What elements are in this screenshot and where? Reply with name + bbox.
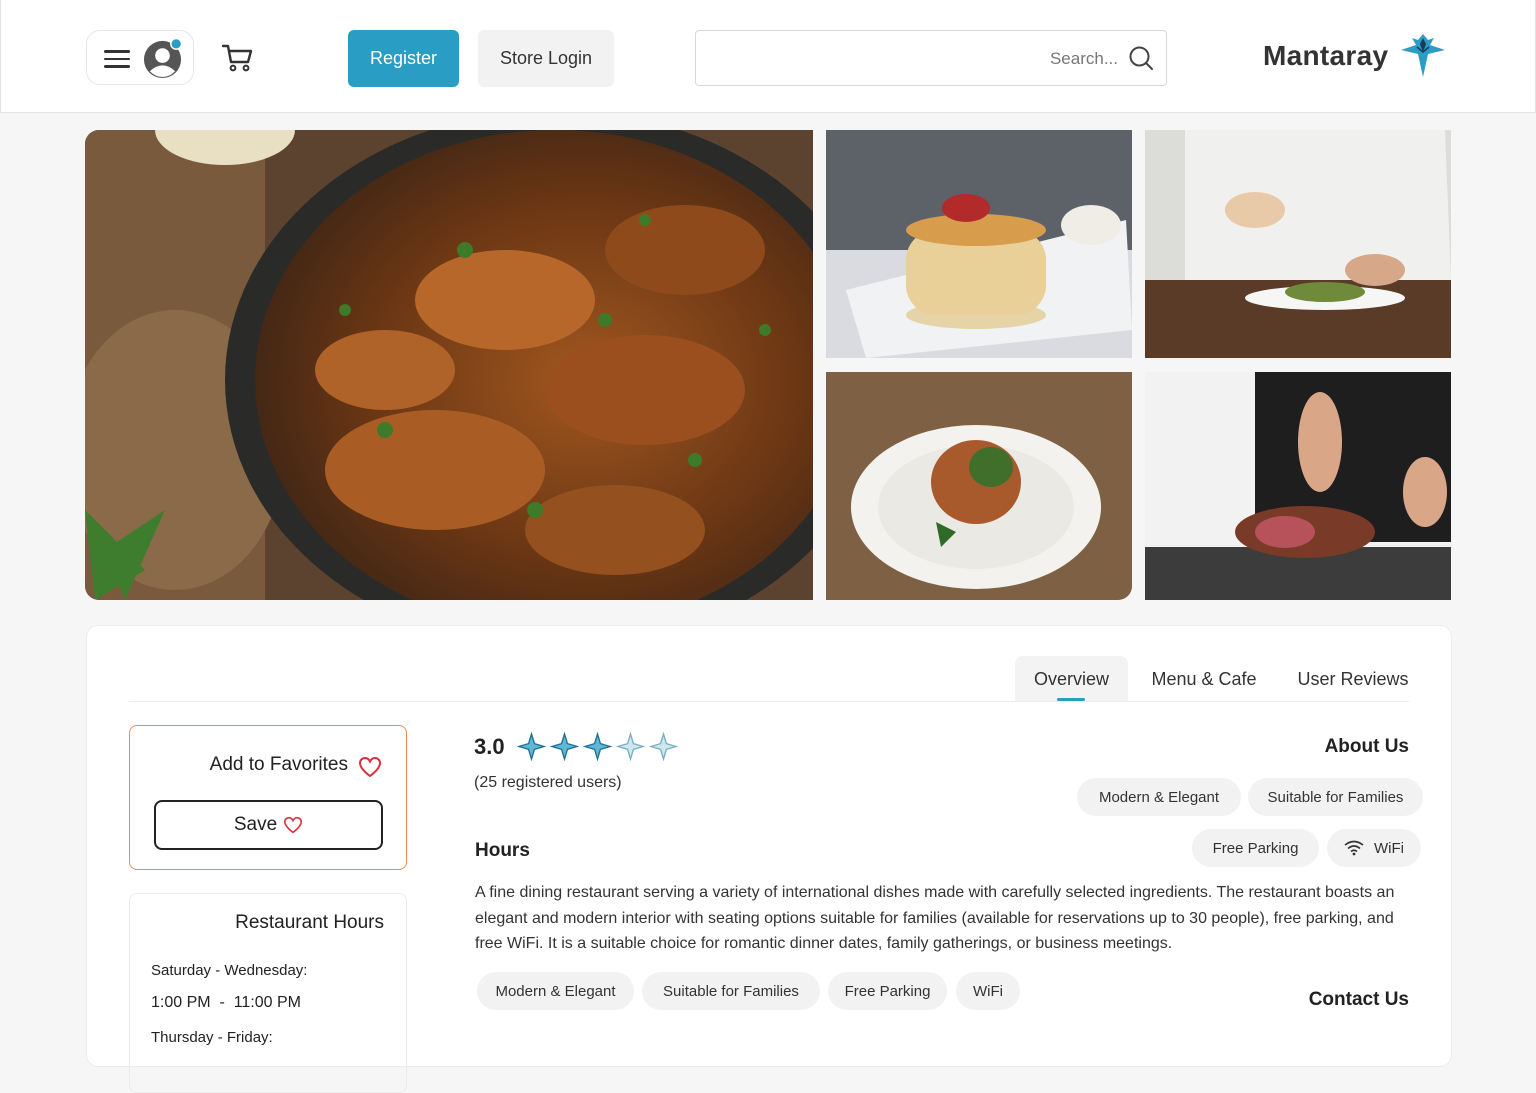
about-chip-wifi[interactable]: WiFi <box>1327 829 1421 867</box>
rating-star-filled-icon <box>550 732 579 761</box>
rating-star-empty-icon <box>616 732 645 761</box>
about-chip-suitable-families[interactable]: Suitable for Families <box>1248 778 1423 816</box>
hours-days-1: Saturday - Wednesday: <box>151 962 308 979</box>
tabs-divider <box>129 701 1409 702</box>
hours-heading: Hours <box>475 840 530 861</box>
rating-star-filled-icon <box>583 732 612 761</box>
tab-menu-cafe[interactable]: Menu & Cafe <box>1139 656 1269 702</box>
tag-suitable-families[interactable]: Suitable for Families <box>642 972 820 1010</box>
add-to-favorites-label: Add to Favorites <box>209 754 348 775</box>
brand-logo-text[interactable]: Mantaray <box>1263 40 1388 72</box>
tag-wifi[interactable]: WiFi <box>956 972 1020 1010</box>
hours-days-2: Thursday - Friday: <box>151 1029 273 1046</box>
register-button[interactable]: Register <box>348 30 459 87</box>
restaurant-hours-title: Restaurant Hours <box>235 912 384 933</box>
search-icon[interactable] <box>1128 45 1154 71</box>
rating-value: 3.0 <box>474 734 505 759</box>
tag-free-parking[interactable]: Free Parking <box>828 972 947 1010</box>
avatar[interactable] <box>142 38 183 79</box>
rating-stars <box>517 732 678 761</box>
gallery-photo-chicken-wings[interactable] <box>85 130 813 600</box>
user-menu-pill[interactable] <box>86 30 194 85</box>
hamburger-menu-icon[interactable] <box>104 50 130 68</box>
search-input[interactable]: Search... <box>695 30 1167 86</box>
about-chip-free-parking[interactable]: Free Parking <box>1192 829 1319 867</box>
gallery-photo-chef-plating[interactable] <box>1145 130 1451 358</box>
tab-user-reviews[interactable]: User Reviews <box>1283 656 1423 702</box>
gallery-photo-salad-plate[interactable] <box>826 372 1132 600</box>
search-placeholder: Search... <box>1049 49 1118 68</box>
top-header: Register Store Login Search... Mantaray <box>0 0 1536 113</box>
save-button[interactable]: Save <box>154 800 383 850</box>
about-us-title: About Us <box>1324 736 1409 757</box>
about-chip-wifi-label: WiFi <box>1374 839 1404 857</box>
heart-icon[interactable] <box>358 756 382 778</box>
about-chip-modern-elegant[interactable]: Modern & Elegant <box>1077 778 1241 816</box>
restaurant-description: A fine dining restaurant serving a varie… <box>475 884 1395 952</box>
gallery-photo-pancakes[interactable] <box>826 130 1132 358</box>
store-login-button[interactable]: Store Login <box>478 30 614 87</box>
tab-overview[interactable]: Overview <box>1015 656 1128 702</box>
registered-users-count: (25 registered users) <box>474 774 622 791</box>
heart-icon <box>284 816 303 834</box>
rating-star-filled-icon <box>517 732 546 761</box>
hours-time-1: 1:00 PM - 11:00 PM <box>151 994 301 1011</box>
cart-icon[interactable] <box>220 40 256 76</box>
contact-us-title: Contact Us <box>1308 989 1409 1010</box>
gallery-photo-chef-steak[interactable] <box>1145 372 1451 600</box>
tag-modern-elegant[interactable]: Modern & Elegant <box>477 972 634 1010</box>
rating-star-empty-icon <box>649 732 678 761</box>
manta-ray-logo-icon[interactable] <box>1398 30 1448 80</box>
save-button-label: Save <box>233 814 278 835</box>
restaurant-hours-panel: Restaurant Hours Saturday - Wednesday: 1… <box>129 893 407 1093</box>
wifi-icon <box>1344 840 1364 856</box>
favorites-panel: Add to Favorites Save <box>129 725 407 870</box>
restaurant-info-card: Overview Menu & Cafe User Reviews Add to… <box>86 625 1452 1093</box>
